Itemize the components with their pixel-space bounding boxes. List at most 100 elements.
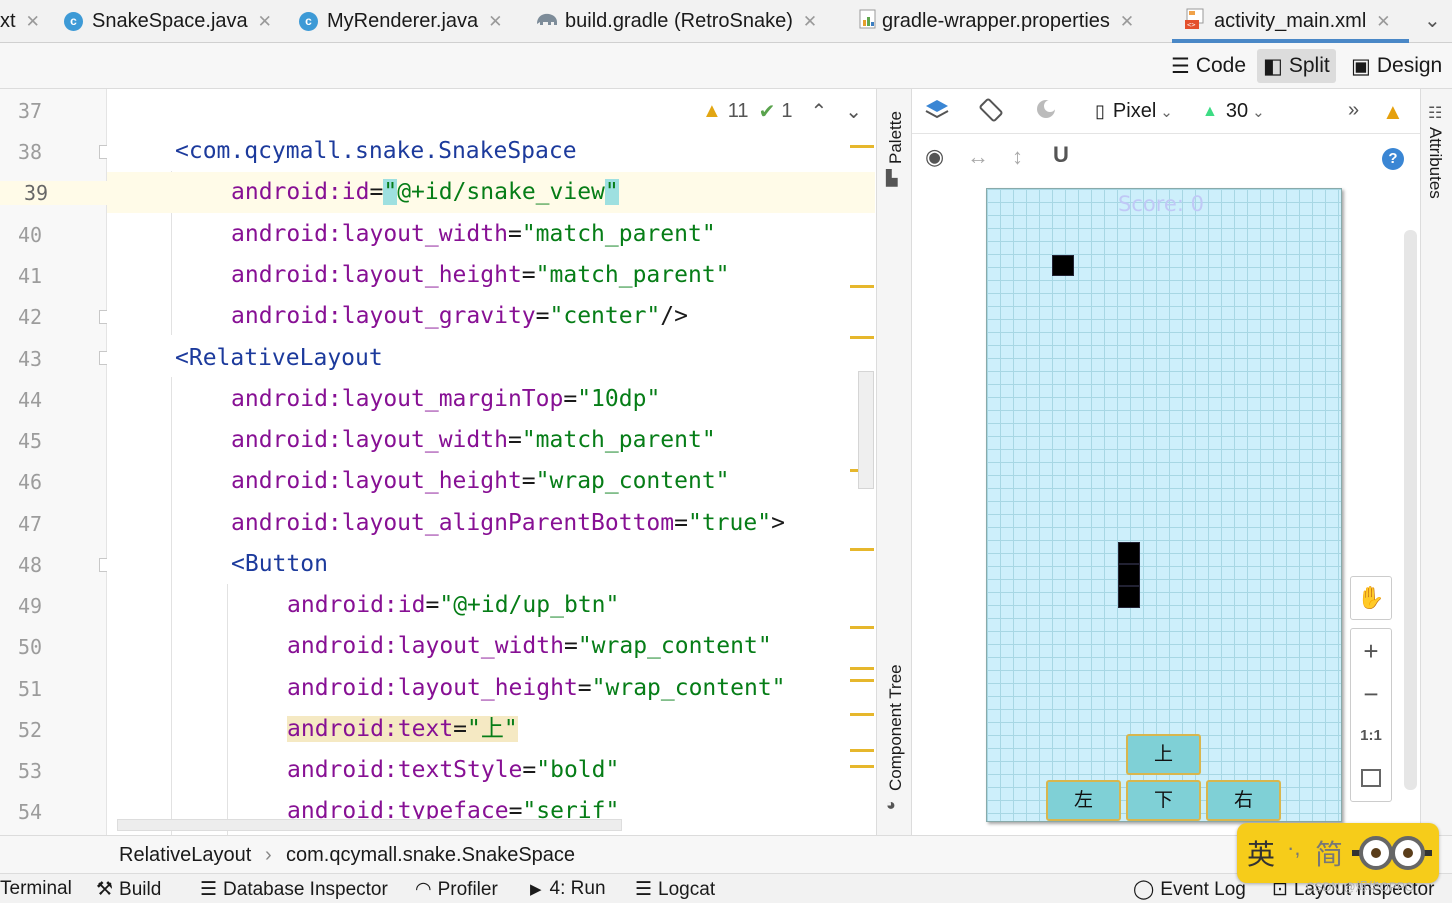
image-icon: ▣ [1351,54,1371,78]
zoom-in-button[interactable]: + [1350,636,1392,667]
tab-snakespace-java[interactable]: c SnakeSpace.java ✕ [64,0,272,43]
up-button[interactable]: 上 [1126,734,1201,775]
close-icon[interactable]: ✕ [1120,12,1134,32]
eye-icon[interactable]: ◉ [925,144,944,170]
logcat-button[interactable]: ☰ Logcat [635,878,715,901]
tab-myrenderer-java[interactable]: c MyRenderer.java ✕ [299,0,502,43]
left-button[interactable]: 左 [1046,780,1121,821]
line-number-gutter: 37 38 39 40 41 42 43 44 45 46 47 48 49 5… [0,89,113,835]
breadcrumb-item[interactable]: RelativeLayout [119,844,251,867]
tab-partial[interactable]: xt ✕ [0,0,40,43]
close-icon[interactable]: ✕ [803,12,817,32]
right-tool-strip: ☷ Attributes [1420,89,1452,835]
attributes-tab[interactable]: Attributes [1425,127,1445,199]
device-selector[interactable]: ▯ Pixel ⌄ [1095,100,1173,123]
code-line-51: android:layout_height="wrap_content" [287,675,786,701]
code-line-50: android:layout_width="wrap_content" [287,633,772,659]
close-icon[interactable]: ✕ [26,12,40,32]
tab-build-gradle[interactable]: build.gradle (RetroSnake) ✕ [535,0,817,43]
ime-mode[interactable]: 简 [1315,833,1343,873]
database-inspector-button[interactable]: ☰ Database Inspector [200,878,388,901]
design-mode-button[interactable]: ▣ Design [1345,49,1448,83]
horizontal-scrollbar[interactable] [117,819,622,831]
code-mode-button[interactable]: ☰ Code [1165,49,1252,83]
magnet-icon[interactable]: U [1053,142,1069,168]
line-number: 45 [17,429,43,453]
warning-mark[interactable] [850,145,874,148]
warning-mark[interactable] [850,626,874,629]
vertical-resize-icon[interactable]: ↕ [1012,144,1023,170]
line-number: 37 [17,99,43,123]
orientation-icon[interactable] [978,97,1004,129]
warning-mark[interactable] [850,679,874,682]
ime-language[interactable]: 英 [1247,833,1275,873]
properties-file-icon [858,8,878,36]
run-button[interactable]: ▶ 4: Run [530,878,606,900]
actual-size-button[interactable]: 1:1 [1350,727,1392,744]
line-number: 43 [17,347,43,371]
left-tool-strip: Palette ▙ Component Tree ◕ [876,89,912,835]
tab-activity-main-xml[interactable]: <> activity_main.xml ✕ [1184,0,1391,43]
code-line-41: android:layout_height="match_parent" [231,262,730,288]
warning-mark[interactable] [850,749,874,752]
warning-mark[interactable] [850,336,874,339]
editor-scrollbar-thumb[interactable] [858,371,874,489]
horizontal-resize-icon[interactable]: ↔ [967,144,989,170]
down-button[interactable]: 下 [1126,780,1201,821]
ime-mascot-eyes-icon [1352,833,1432,873]
component-tree-tab[interactable]: Component Tree [886,664,906,791]
gradle-elephant-icon [535,10,559,34]
code-editor[interactable]: <com.qcymall.snake.SnakeSpace android:id… [107,89,875,835]
tab-list-chevron-icon[interactable]: ⌄ [1424,8,1441,33]
right-button[interactable]: 右 [1206,780,1281,821]
ime-toolbar[interactable]: 英 ·, 简 [1237,823,1439,883]
line-number: 47 [17,512,43,536]
close-icon[interactable]: ✕ [258,12,272,32]
fit-screen-icon[interactable] [1361,769,1381,787]
overflow-icon[interactable]: » [1348,99,1359,122]
palette-tab[interactable]: Palette [886,111,906,164]
api-level-selector[interactable]: ▲ 30 ⌄ [1202,100,1265,123]
tab-gradle-wrapper-properties[interactable]: gradle-wrapper.properties ✕ [858,0,1134,43]
zoom-out-button[interactable]: − [1350,679,1392,710]
warning-mark[interactable] [850,667,874,670]
breadcrumb: RelativeLayout › com.qcymall.snake.Snake… [0,835,1452,873]
previous-highlight-icon[interactable]: ⌃ [810,99,827,124]
profiler-button[interactable]: ◠ Profiler [415,878,498,901]
close-icon[interactable]: ✕ [488,12,502,32]
warning-icon: ▲ [702,99,722,122]
code-line-45: android:layout_width="match_parent" [231,427,716,453]
breadcrumb-separator-icon: › [265,844,272,866]
line-number: 44 [17,388,43,412]
night-mode-icon[interactable] [1034,97,1060,129]
android-icon: ▲ [1202,102,1218,120]
ime-punctuation[interactable]: ·, [1287,835,1300,861]
terminal-button[interactable]: Terminal [0,878,72,900]
line-number: 51 [17,677,43,701]
warning-mark[interactable] [850,285,874,288]
code-line-38: <com.qcymall.snake.SnakeSpace [175,138,577,164]
tool-window-bar: Terminal ⚒ Build ☰ Database Inspector ◠ Pro… [0,873,1452,903]
event-log-button[interactable]: ◯ Event Log [1133,878,1246,901]
help-icon[interactable]: ? [1382,148,1404,170]
build-button[interactable]: ⚒ Build [96,878,161,901]
close-icon[interactable]: ✕ [1376,12,1390,32]
pan-hand-icon[interactable]: ✋ [1350,576,1392,620]
watermark: CSDN @烬华OPPO [1306,880,1415,894]
split-mode-button[interactable]: ◧ Split [1257,49,1336,83]
warning-mark[interactable] [850,713,874,716]
warning-mark[interactable] [850,765,874,768]
layout-preview[interactable] [986,188,1342,822]
snake-segment [1118,564,1140,586]
warning-icon[interactable]: ▲ [1382,99,1404,125]
breadcrumb-item[interactable]: com.qcymall.snake.SnakeSpace [286,844,575,867]
layers-icon[interactable] [924,97,950,129]
design-scrollbar[interactable] [1404,230,1417,790]
warning-mark[interactable] [850,548,874,551]
code-line-49: android:id="@+id/up_btn" [287,592,620,618]
code-line-46: android:layout_height="wrap_content" [231,468,730,494]
inspection-widget[interactable]: ▲ 11 ✔ 1 ⌃ ⌄ [702,96,862,126]
line-number: 40 [17,223,43,247]
line-number: 41 [17,264,43,288]
xml-layout-icon: <> [1184,8,1208,36]
